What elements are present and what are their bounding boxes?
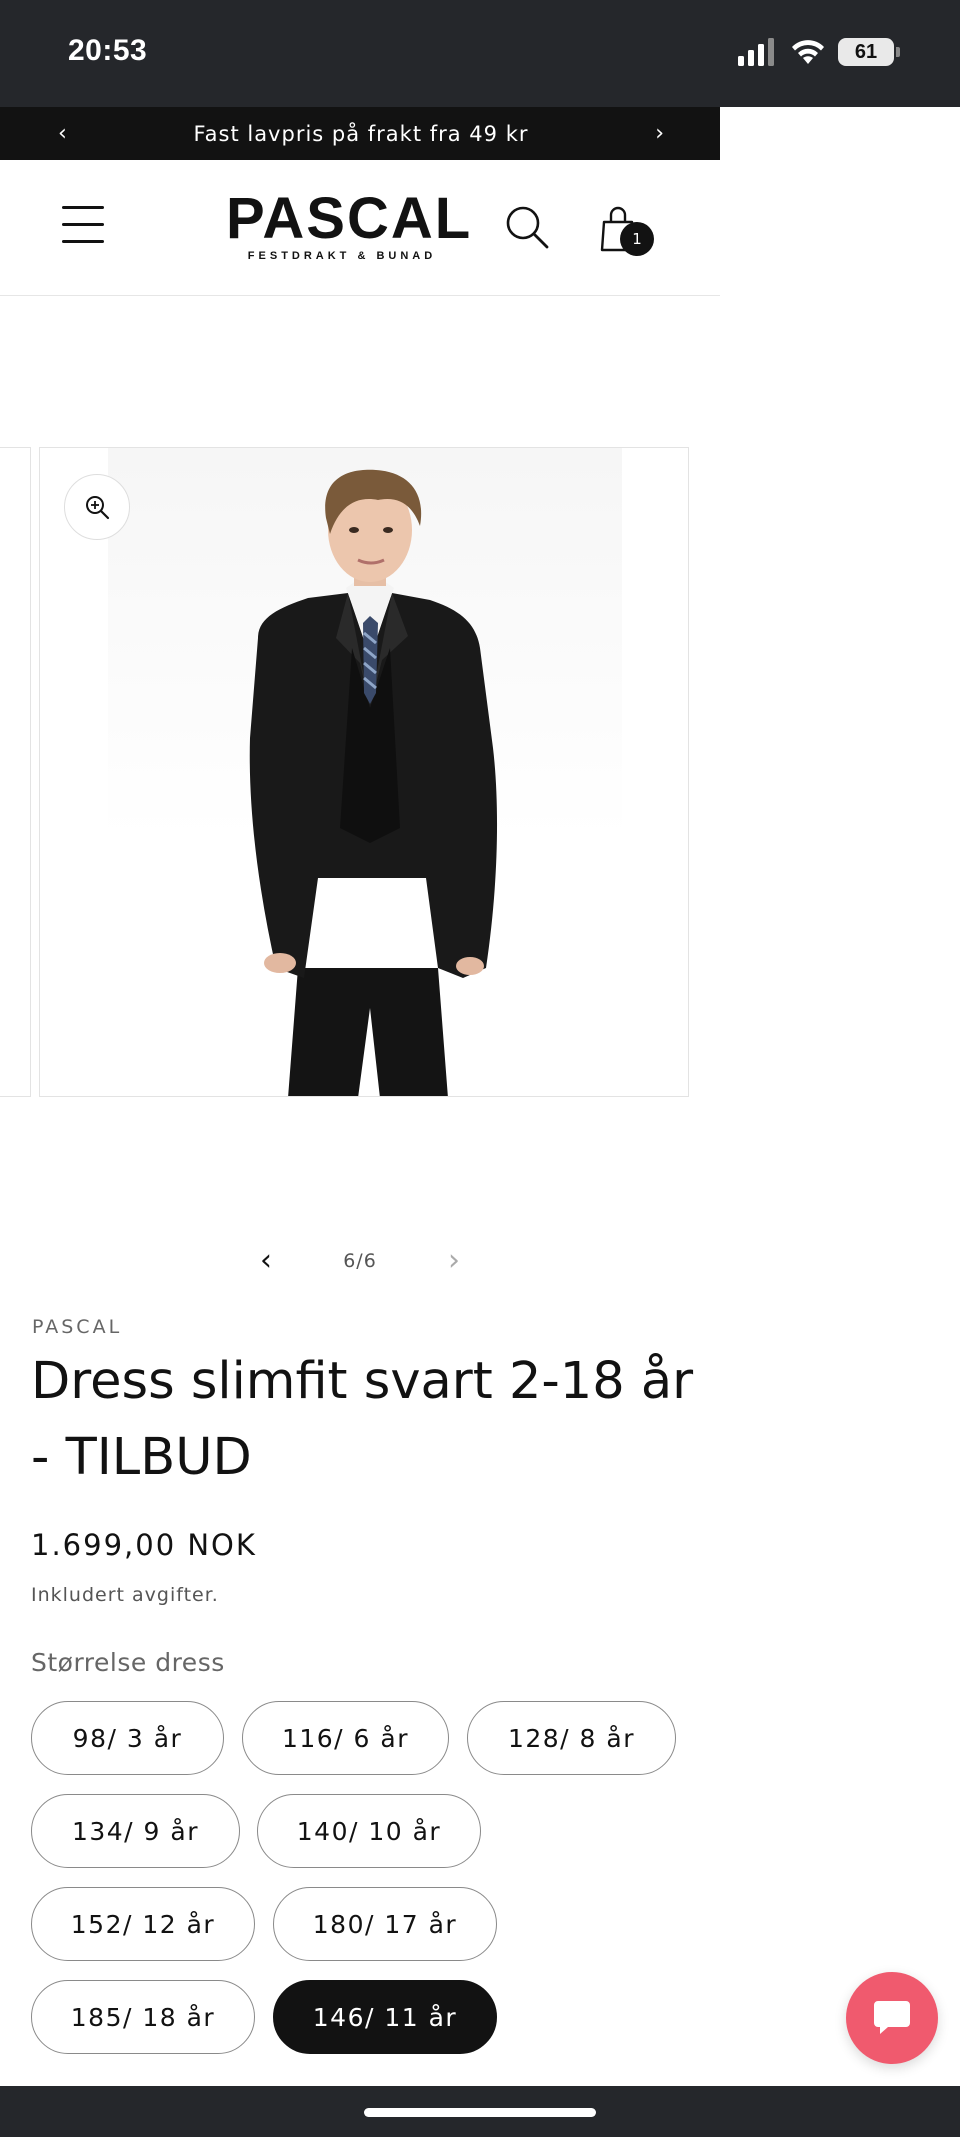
boy-in-suit-illustration [249, 469, 498, 1096]
chat-bubble-icon[interactable] [846, 1972, 938, 2064]
size-option[interactable]: 98/ 3 år [31, 1701, 224, 1775]
battery-icon: 61 [838, 38, 900, 66]
search-icon[interactable] [504, 204, 550, 250]
logo[interactable]: PASCAL FESTDRAKT & BUNAD [226, 186, 473, 263]
product-vendor: PASCAL [32, 1316, 123, 1338]
battery-level: 61 [854, 40, 878, 63]
site-header: PASCAL FESTDRAKT & BUNAD [0, 160, 720, 296]
product-photo [108, 448, 622, 1096]
gallery-next-button[interactable]: › [448, 1246, 460, 1276]
size-option[interactable]: 140/ 10 år [257, 1794, 481, 1868]
product-title: Dress slimfit svart 2-18 år - TILBUD [31, 1352, 694, 1487]
menu-icon[interactable] [62, 206, 104, 246]
gallery-counter: 6/6 [343, 1250, 377, 1272]
announcement-bar: ‹ Fast lavpris på frakt fra 49 kr › [0, 107, 720, 160]
status-bar: 20:53 61 [0, 0, 960, 107]
size-option[interactable]: 152/ 12 år [31, 1887, 255, 1961]
status-icons: 61 [738, 38, 900, 66]
zoom-in-icon[interactable] [64, 474, 130, 540]
size-option[interactable]: 185/ 18 år [31, 1980, 255, 2054]
wifi-icon [792, 40, 824, 64]
page-background [720, 107, 960, 2087]
chevron-left-icon[interactable]: ‹ [58, 121, 67, 146]
gallery-slider-controls: ‹ 6/6 › [260, 1240, 460, 1282]
gallery-prev-button[interactable]: ‹ [260, 1246, 272, 1276]
size-option-selected[interactable]: 146/ 11 år [273, 1980, 497, 2054]
size-option[interactable]: 116/ 6 år [242, 1701, 449, 1775]
size-option-label: Størrelse dress [31, 1648, 225, 1677]
product-price: 1.699,00 NOK [31, 1528, 257, 1562]
signal-icon [738, 38, 774, 66]
size-option[interactable]: 128/ 8 år [467, 1701, 676, 1775]
product-image[interactable] [39, 447, 689, 1097]
size-option[interactable]: 180/ 17 år [273, 1887, 497, 1961]
tax-note: Inkludert avgifter. [31, 1584, 219, 1606]
size-option[interactable]: 134/ 9 år [31, 1794, 240, 1868]
announcement-text[interactable]: Fast lavpris på frakt fra 49 kr [193, 122, 528, 146]
logo-main: PASCAL [226, 186, 473, 251]
status-time: 20:53 [68, 34, 148, 67]
chevron-right-icon[interactable]: › [655, 121, 664, 146]
logo-sub: FESTDRAKT & BUNAD [247, 250, 437, 262]
gallery-previous-slide[interactable] [0, 447, 31, 1097]
home-indicator[interactable] [364, 2108, 596, 2117]
cart-count-badge[interactable]: 1 [620, 222, 654, 256]
